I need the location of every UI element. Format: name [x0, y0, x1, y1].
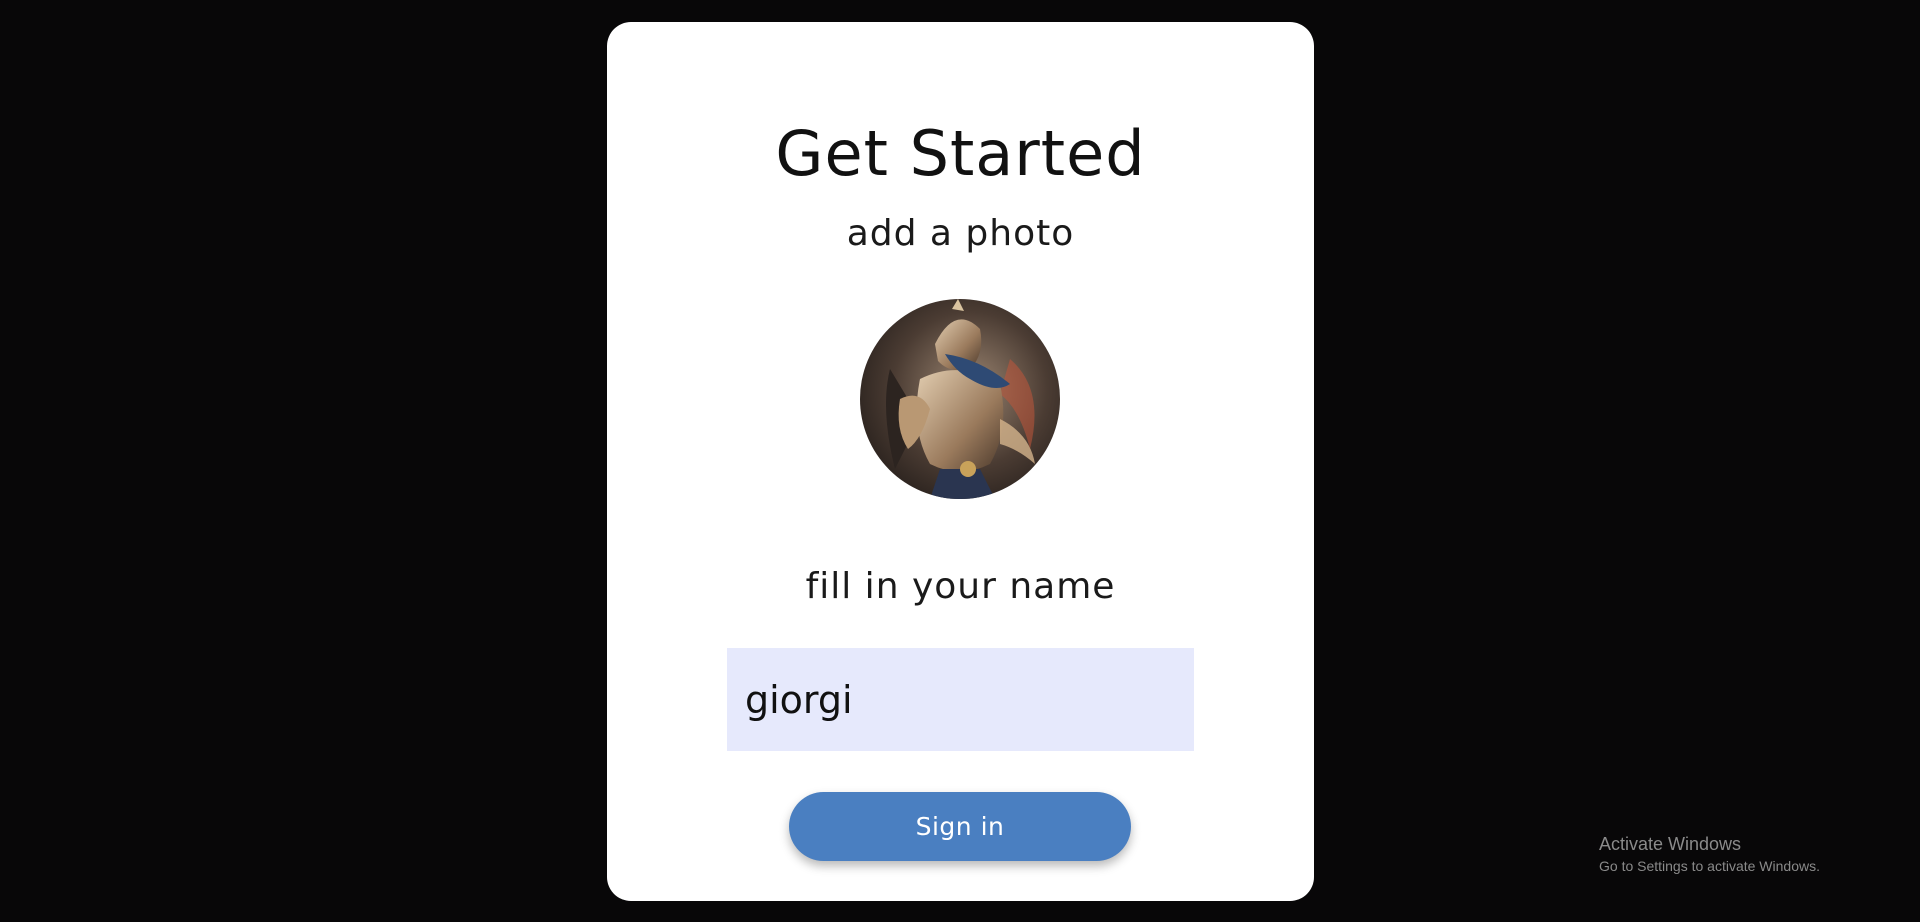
- name-field-label: fill in your name: [805, 566, 1116, 607]
- add-photo-label: add a photo: [846, 213, 1075, 254]
- signup-card: Get Started add a photo fill in your nam…: [607, 22, 1314, 901]
- watermark-subtitle: Go to Settings to activate Windows.: [1599, 858, 1820, 874]
- name-input[interactable]: [727, 648, 1194, 751]
- avatar-photo-picker[interactable]: [860, 299, 1060, 499]
- avatar-image: [860, 299, 1060, 499]
- windows-activation-watermark: Activate Windows Go to Settings to activ…: [1599, 832, 1820, 876]
- watermark-title: Activate Windows: [1599, 834, 1742, 854]
- sign-in-button[interactable]: Sign in: [789, 792, 1131, 861]
- page-title: Get Started: [775, 117, 1146, 190]
